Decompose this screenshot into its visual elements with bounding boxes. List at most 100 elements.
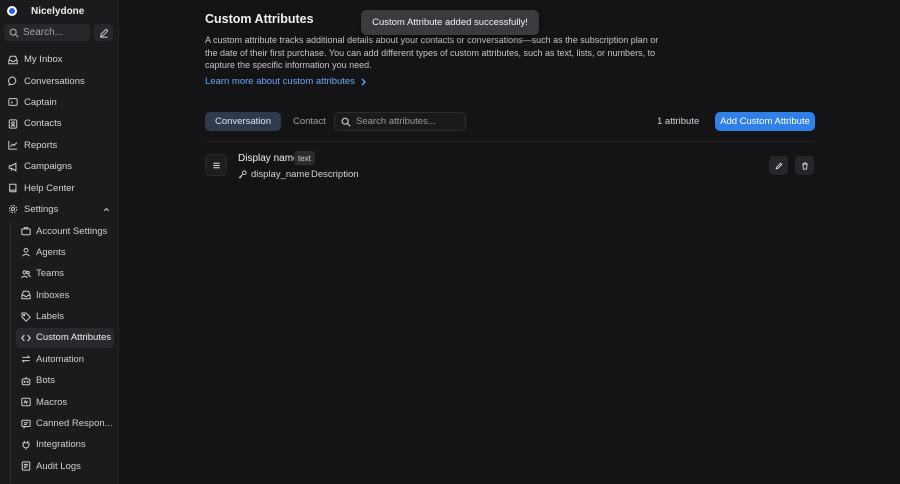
sidebar-search-input[interactable]: Search... (4, 24, 90, 41)
sidebar-item-account-settings[interactable]: Account Settings (16, 221, 114, 241)
sidebar-item-label: Integrations (36, 439, 86, 451)
sidebar-item-label: Canned Respon... (36, 418, 113, 430)
captain-icon (8, 98, 18, 107)
inbox-icon (8, 55, 18, 64)
sidebar-item-label: Contacts (24, 118, 62, 130)
megaphone-icon (8, 162, 17, 172)
attribute-key-label: display_name (251, 169, 310, 180)
attribute-count: 1 attribute (657, 116, 700, 127)
learn-more-link[interactable]: Learn more about custom attributes (205, 76, 367, 87)
sidebar-item-custom-attributes[interactable]: Custom Attributes (16, 327, 114, 348)
code-icon (21, 334, 31, 342)
sidebar-item-label: My Inbox (24, 54, 63, 66)
sidebar-item-captain[interactable]: Captain (0, 92, 119, 113)
attribute-type-badge: text (294, 151, 315, 165)
key-icon (238, 170, 247, 179)
sidebar: Nicelydone Search... My Inbox Conversati… (0, 0, 119, 484)
macro-icon (21, 397, 31, 407)
sidebar-item-automation[interactable]: Automation (16, 349, 114, 369)
sidebar-item-label: Custom Attributes (36, 332, 111, 344)
sidebar-item-inboxes[interactable]: Inboxes (16, 285, 114, 305)
sidebar-item-label: Teams (36, 268, 64, 280)
text-type-icon (205, 154, 227, 176)
search-icon (341, 117, 351, 127)
book-icon (9, 183, 17, 193)
briefcase-icon (21, 227, 31, 236)
attribute-name: Display name (238, 153, 299, 164)
attribute-key: display_name (238, 169, 310, 180)
sidebar-item-label: Reports (24, 139, 58, 151)
sidebar-item-label: Macros (36, 396, 68, 408)
sidebar-item-settings[interactable]: Settings (0, 199, 119, 220)
bot-icon (21, 376, 31, 385)
sidebar-item-macros[interactable]: Macros (16, 392, 114, 412)
sidebar-item-conversations[interactable]: Conversations (0, 70, 119, 91)
add-custom-attribute-button[interactable]: Add Custom Attribute (715, 112, 815, 131)
sidebar-item-integrations[interactable]: Integrations (16, 435, 114, 455)
delete-attribute-button[interactable] (795, 156, 814, 175)
list-divider (205, 141, 815, 142)
inbox-icon (21, 290, 31, 300)
attribute-description: Description (311, 169, 359, 180)
canned-icon (21, 419, 31, 429)
sidebar-search-row: Search... (4, 24, 115, 41)
sidebar-item-contacts[interactable]: Contacts (0, 113, 119, 134)
arrows-icon (21, 355, 31, 364)
sidebar-item-label: Account Settings (36, 225, 108, 237)
pencil-icon (775, 162, 782, 169)
sidebar-item-label: Labels (36, 311, 64, 323)
sidebar-item-label: Captain (24, 96, 57, 108)
sidebar-item-labels[interactable]: Labels (16, 307, 114, 327)
workspace-name: Nicelydone (31, 5, 85, 17)
compose-icon (99, 28, 108, 38)
workspace-logo-icon (7, 6, 17, 16)
contact-card-icon (8, 119, 18, 129)
sidebar-item-campaigns[interactable]: Campaigns (0, 156, 119, 177)
submenu-guide-line (10, 221, 11, 483)
sidebar-item-label: Agents (36, 246, 66, 258)
sidebar-item-reports[interactable]: Reports (0, 135, 119, 156)
tab-contact[interactable]: Contact (283, 112, 336, 131)
sidebar-item-canned-responses[interactable]: Canned Respon... (16, 414, 114, 434)
chart-line-icon (8, 141, 18, 150)
sidebar-item-bots[interactable]: Bots (16, 371, 114, 391)
list-icon (21, 461, 31, 471)
success-toast: Custom Attribute added successfully! (361, 10, 539, 35)
sidebar-item-label: Settings (24, 203, 59, 215)
workspace-switcher[interactable]: Nicelydone (7, 4, 84, 18)
sidebar-item-label: Conversations (24, 75, 85, 87)
sidebar-nav: My Inbox Conversations Captain Contacts … (0, 49, 119, 220)
settings-submenu: Account Settings Agents Teams Inboxes La… (0, 221, 119, 483)
page-description: A custom attribute tracks additional det… (205, 35, 659, 70)
attribute-search-placeholder: Search attributes... (356, 116, 436, 127)
tab-conversation[interactable]: Conversation (205, 112, 281, 131)
sidebar-item-label: Help Center (24, 182, 75, 194)
compose-button[interactable] (94, 24, 113, 41)
sidebar-item-audit-logs[interactable]: Audit Logs (16, 456, 114, 476)
sidebar-search-placeholder: Search... (23, 27, 64, 38)
sidebar-item-agents[interactable]: Agents (16, 242, 114, 262)
chat-bubble-icon (8, 76, 17, 86)
sidebar-item-label: Inboxes (36, 289, 70, 301)
chevron-up-icon (103, 207, 110, 212)
sidebar-item-label: Bots (36, 375, 56, 387)
search-icon (9, 28, 19, 38)
tag-icon (21, 312, 31, 322)
sidebar-item-my-inbox[interactable]: My Inbox (0, 49, 119, 70)
sidebar-item-label: Automation (36, 353, 85, 365)
users-icon (21, 270, 31, 278)
plug-icon (22, 440, 30, 450)
sidebar-item-teams[interactable]: Teams (16, 264, 114, 284)
main-content: Custom Attributes A custom attribute tra… (119, 0, 900, 484)
attribute-search-input[interactable]: Search attributes... (334, 112, 466, 131)
chevron-right-icon (361, 78, 366, 85)
user-icon (22, 248, 30, 257)
attribute-model-tabs: Conversation Contact (205, 112, 336, 131)
attribute-row: Display name text display_name Descripti… (205, 151, 815, 182)
sidebar-item-help-center[interactable]: Help Center (0, 177, 119, 198)
sidebar-item-label: Audit Logs (36, 460, 81, 472)
gear-icon (8, 205, 18, 214)
learn-more-label: Learn more about custom attributes (205, 76, 355, 87)
edit-attribute-button[interactable] (769, 156, 788, 175)
page-title: Custom Attributes (205, 12, 314, 26)
